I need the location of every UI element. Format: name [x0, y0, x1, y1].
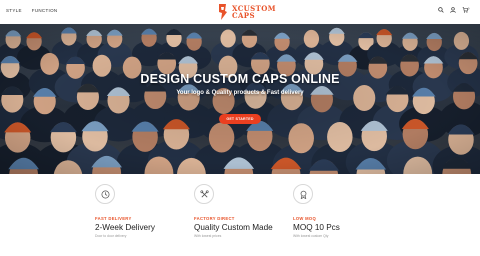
main-nav: STYLE FUNCTION [6, 8, 57, 13]
feature-icon-wrap [293, 184, 313, 204]
hero-banner: DESIGN CUSTOM CAPS ONLINE Your logo & Qu… [0, 24, 480, 174]
hero-subtitle: Your logo & Quality products & Fast deli… [176, 90, 304, 96]
feature-icon-wrap [194, 184, 214, 204]
logo-line2: CAPS [232, 11, 255, 20]
features-section: FAST DELIVERY 2-Week Delivery Door to do… [0, 174, 480, 256]
feature-desc: With lowest prices [194, 234, 222, 238]
feature-kicker: FAST DELIVERY [95, 216, 132, 221]
feature-kicker: FACTORY DIRECT [194, 216, 235, 221]
header-actions: 0 [438, 7, 470, 13]
logo-text: XCUSTOM CAPS [232, 5, 276, 19]
site-logo[interactable]: XCUSTOM CAPS [217, 3, 276, 21]
site-header: STYLE FUNCTION XCUSTOM CAPS 0 [0, 0, 480, 24]
tools-icon [199, 189, 209, 197]
feature-low-moq: LOW MOQ MOQ 10 Pcs With lowest custom Qt… [293, 184, 403, 238]
feature-icon-wrap [95, 184, 115, 204]
nav-item-function[interactable]: FUNCTION [32, 8, 58, 13]
user-icon[interactable] [450, 7, 456, 13]
nav-item-style[interactable]: STYLE [6, 8, 22, 13]
hero-title: DESIGN CUSTOM CAPS ONLINE [140, 72, 340, 86]
feature-desc: Door to door delivery [95, 234, 127, 238]
search-icon[interactable] [438, 7, 444, 13]
feature-fast-delivery: FAST DELIVERY 2-Week Delivery Door to do… [95, 184, 205, 238]
feature-factory-direct: FACTORY DIRECT Quality Custom Made With … [194, 184, 304, 238]
cart-icon[interactable]: 0 [462, 7, 470, 13]
feature-title: 2-Week Delivery [95, 223, 155, 232]
cart-count: 0 [468, 7, 470, 10]
feature-kicker: LOW MOQ [293, 216, 317, 221]
feature-desc: With lowest custom Qty [293, 234, 329, 238]
badge-icon [300, 190, 306, 199]
clock-icon [101, 190, 109, 198]
logo-mark-icon [219, 4, 227, 20]
get-started-button[interactable]: GET STARTED [219, 114, 261, 124]
hero-overlay [0, 24, 480, 174]
feature-title: Quality Custom Made [194, 223, 273, 232]
feature-title: MOQ 10 Pcs [293, 223, 340, 232]
